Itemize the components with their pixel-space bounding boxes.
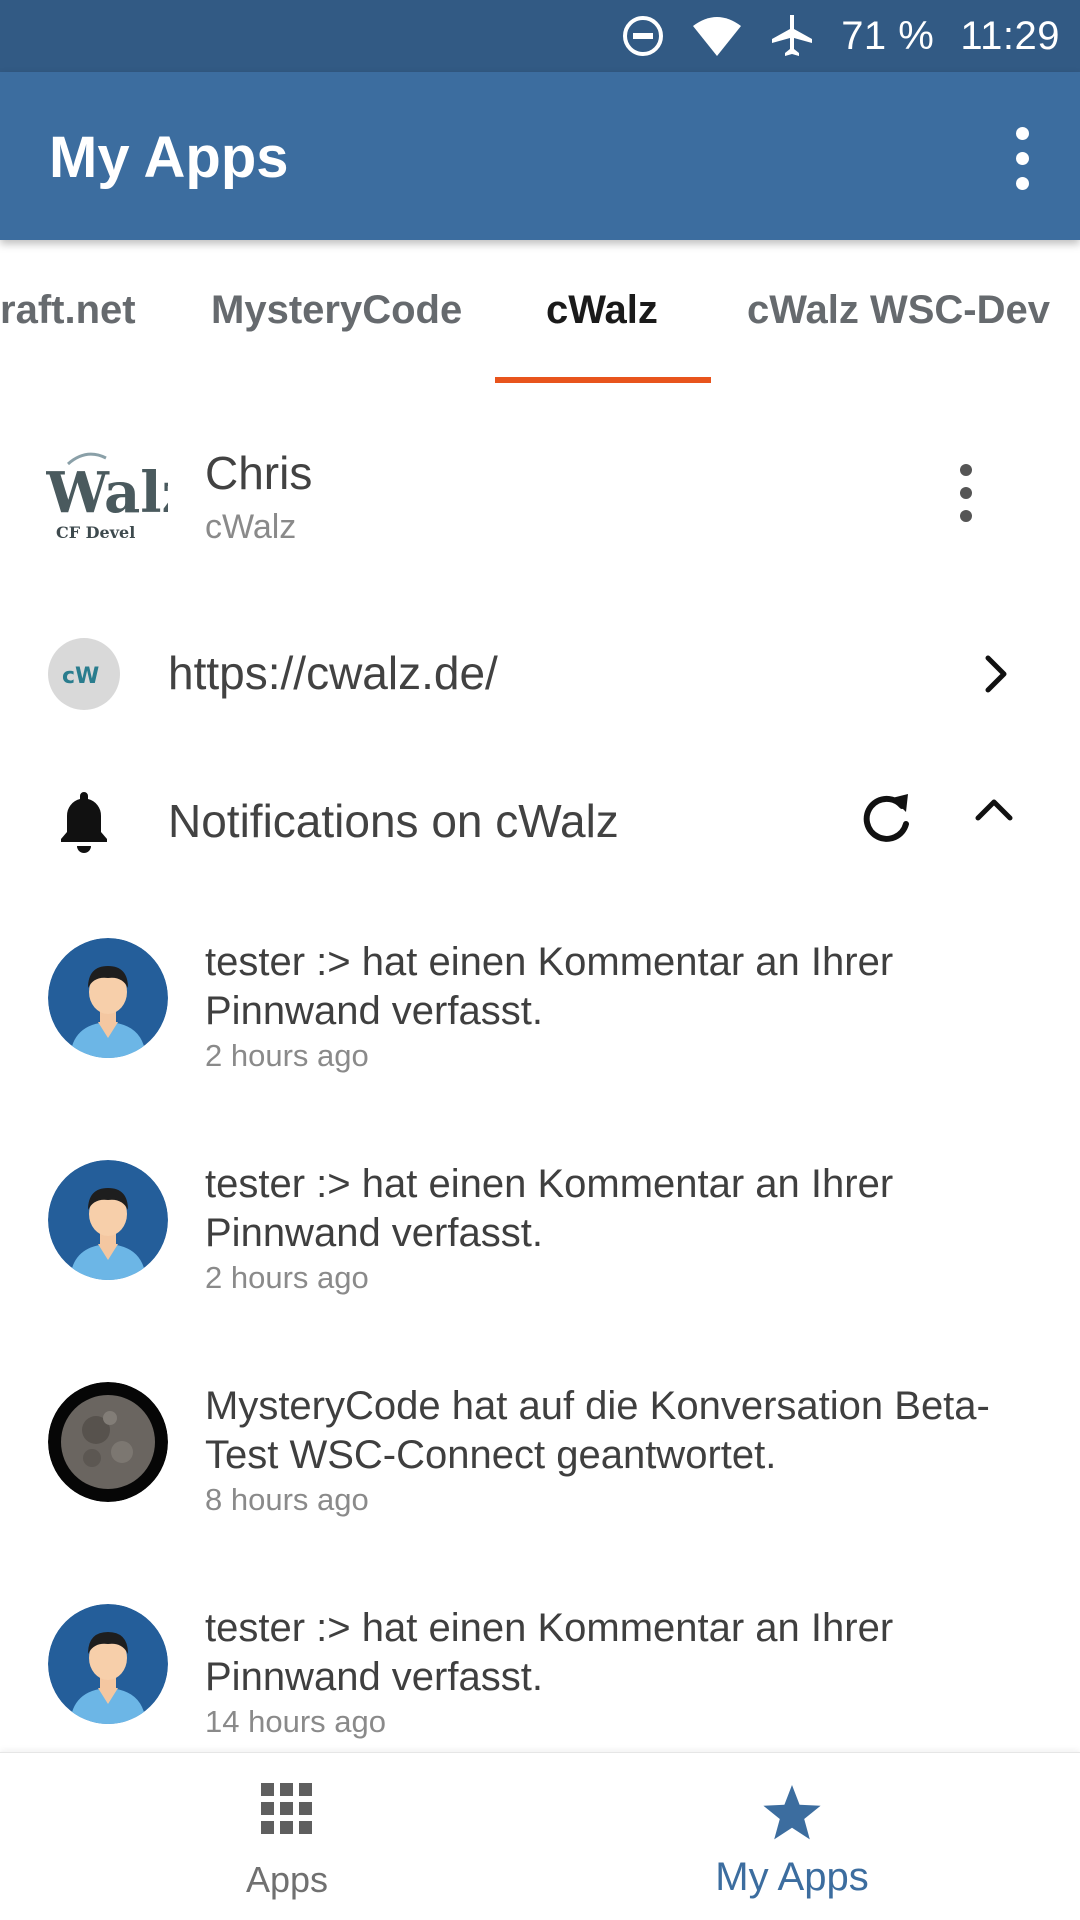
profile-app-name: cWalz xyxy=(205,508,297,546)
active-tab-indicator xyxy=(495,377,711,383)
notification-time: 2 hours ago xyxy=(205,1038,369,1073)
tab-cwalz[interactable]: cWalz xyxy=(546,288,658,333)
battery-percent: 71 % xyxy=(841,13,935,58)
status-icons: 71 % 11:29 xyxy=(621,0,1060,72)
star-icon xyxy=(762,1783,822,1846)
user-avatar xyxy=(48,1160,168,1280)
status-bar: 71 % 11:29 xyxy=(0,0,1080,72)
apps-grid-icon xyxy=(261,1783,313,1840)
app-logo: Walz CF Devel xyxy=(45,444,193,544)
notification-item[interactable]: MysteryCode hat auf die Konversation Bet… xyxy=(0,1382,1080,1582)
svg-text:CF Devel: CF Devel xyxy=(56,523,135,542)
notification-time: 14 hours ago xyxy=(205,1704,386,1739)
site-url-row[interactable]: cW https://cwalz.de/ xyxy=(0,620,1080,730)
notification-text: tester :> hat einen Kommentar an Ihrer P… xyxy=(205,940,894,1033)
bell-icon xyxy=(56,788,112,859)
notification-text: tester :> hat einen Kommentar an Ihrer P… xyxy=(205,1162,894,1255)
airplane-icon xyxy=(769,13,815,59)
profile-name: Chris xyxy=(205,447,313,499)
page-title: My Apps xyxy=(49,125,289,190)
chevron-up-icon[interactable] xyxy=(972,794,1016,829)
site-favicon: cW xyxy=(48,638,120,710)
refresh-icon[interactable] xyxy=(858,788,914,853)
notification-item[interactable]: tester :> hat einen Kommentar an Ihrer P… xyxy=(0,1160,1080,1360)
nav-my-apps[interactable]: My Apps xyxy=(522,1753,1062,1920)
clock: 11:29 xyxy=(960,13,1060,58)
nav-apps[interactable]: Apps xyxy=(17,1753,557,1920)
profile-menu-icon[interactable] xyxy=(946,458,986,528)
user-avatar xyxy=(48,938,168,1058)
chevron-right-icon xyxy=(982,652,1010,701)
app-bar: My Apps xyxy=(0,72,1080,240)
tab-raft-net[interactable]: raft.net xyxy=(0,288,136,333)
tab-mysterycode[interactable]: MysteryCode xyxy=(211,288,462,333)
nav-apps-label: Apps xyxy=(245,1859,329,1900)
notifications-header: Notifications on cWalz xyxy=(0,770,1080,880)
notification-text: MysteryCode hat auf die Konversation Bet… xyxy=(205,1384,990,1477)
notifications-title: Notifications on cWalz xyxy=(168,795,619,847)
user-avatar xyxy=(48,1604,168,1724)
moon-avatar xyxy=(48,1382,168,1502)
notification-time: 2 hours ago xyxy=(205,1260,369,1295)
notification-time: 8 hours ago xyxy=(205,1482,369,1517)
more-vert-icon[interactable] xyxy=(1002,122,1042,194)
site-url: https://cwalz.de/ xyxy=(168,647,498,699)
tab-cwalz-wsc-dev[interactable]: cWalz WSC-Dev xyxy=(747,288,1050,333)
notification-text: tester :> hat einen Kommentar an Ihrer P… xyxy=(205,1606,894,1699)
svg-text:cW: cW xyxy=(62,664,99,689)
nav-my-apps-label: My Apps xyxy=(715,1855,869,1899)
app-tabs: raft.net MysteryCode cWalz cWalz WSC-Dev xyxy=(0,240,1080,385)
svg-text:Walz: Walz xyxy=(46,460,168,526)
do-not-disturb-icon xyxy=(621,14,665,58)
bottom-navigation: Apps My Apps xyxy=(0,1752,1080,1920)
wifi-icon xyxy=(691,14,743,58)
notification-item[interactable]: tester :> hat einen Kommentar an Ihrer P… xyxy=(0,938,1080,1138)
